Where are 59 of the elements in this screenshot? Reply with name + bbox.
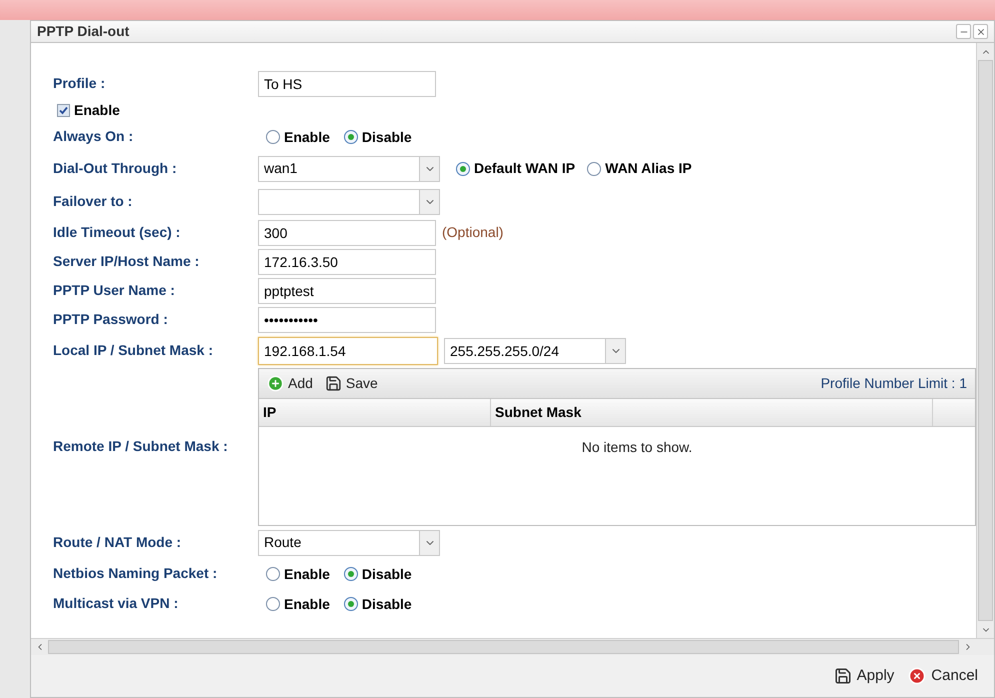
radio-button[interactable]	[344, 130, 358, 144]
horizontal-scrollbar[interactable]	[31, 638, 994, 655]
close-icon	[976, 26, 986, 36]
cancel-button[interactable]: Cancel	[908, 664, 978, 688]
save-icon	[834, 667, 852, 685]
field-label: Profile :	[53, 74, 106, 90]
radio-button[interactable]	[456, 162, 470, 176]
close-button[interactable]	[973, 24, 988, 39]
radio-option[interactable]: Enable	[266, 594, 330, 614]
text-field[interactable]: •••••••••••	[258, 306, 436, 332]
radio-option[interactable]: Default WAN IP	[456, 158, 576, 179]
radio-option[interactable]: WAN Alias IP	[587, 158, 692, 179]
field-label: Local IP / Subnet Mask :	[53, 342, 214, 358]
vertical-scrollbar[interactable]	[976, 43, 994, 638]
radio-option[interactable]: Enable	[266, 564, 330, 584]
cancel-icon	[908, 667, 926, 685]
radio-button[interactable]	[266, 597, 280, 611]
column-header: IP	[259, 399, 491, 426]
subnet-mask-select[interactable]: 255.255.255.0/24	[444, 338, 626, 364]
radio-button[interactable]	[587, 162, 602, 176]
column-header: Subnet Mask	[491, 399, 933, 426]
field-label: Idle Timeout (sec) :	[53, 224, 180, 240]
radio-button[interactable]	[344, 597, 358, 611]
add-button[interactable]: Add	[267, 373, 313, 394]
field-label: Dial-Out Through :	[53, 160, 177, 176]
minimize-button[interactable]	[956, 24, 971, 39]
field-label: Always On :	[53, 128, 134, 144]
field-label: PPTP Password :	[53, 310, 168, 326]
radio-button[interactable]	[266, 130, 280, 144]
radio-option[interactable]: Disable	[344, 594, 412, 614]
text-field[interactable]: 172.16.3.50	[258, 248, 436, 274]
radio-option[interactable]: Disable	[344, 564, 412, 584]
dialog-title: PPTP Dial-out	[37, 22, 130, 41]
field-label: Multicast via VPN :	[53, 595, 178, 611]
radio-option[interactable]: Enable	[266, 126, 330, 148]
field-label: Netbios Naming Packet :	[53, 565, 218, 581]
enable-checkbox[interactable]: Enable	[57, 100, 120, 120]
field-label: PPTP User Name :	[53, 282, 175, 298]
field-label: Failover to :	[53, 192, 132, 208]
text-field[interactable]: 300	[258, 220, 436, 246]
text-field[interactable]: To HS	[258, 70, 436, 96]
apply-button[interactable]: Apply	[834, 664, 894, 688]
radio-button[interactable]	[266, 567, 280, 581]
optional-note: (Optional)	[442, 223, 504, 242]
radio-button[interactable]	[344, 567, 358, 581]
text-field[interactable]: pptptest	[258, 278, 436, 304]
field-label: Server IP/Host Name :	[53, 252, 200, 268]
save-icon	[324, 375, 342, 392]
radio-option[interactable]: Disable	[344, 126, 412, 148]
dropdown-select[interactable]: Route	[258, 530, 440, 556]
profile-limit-text: Profile Number Limit : 1	[820, 374, 967, 393]
save-button[interactable]: Save	[324, 373, 378, 394]
field-label: Route / NAT Mode :	[53, 534, 182, 550]
dropdown-select[interactable]: wan1	[258, 156, 440, 182]
field-label: Remote IP / Subnet Mask :	[53, 438, 228, 454]
ip-field[interactable]: 192.168.1.54	[258, 337, 438, 365]
check-icon	[59, 106, 68, 114]
add-icon	[267, 375, 284, 392]
empty-table-message: No items to show.	[582, 438, 692, 457]
